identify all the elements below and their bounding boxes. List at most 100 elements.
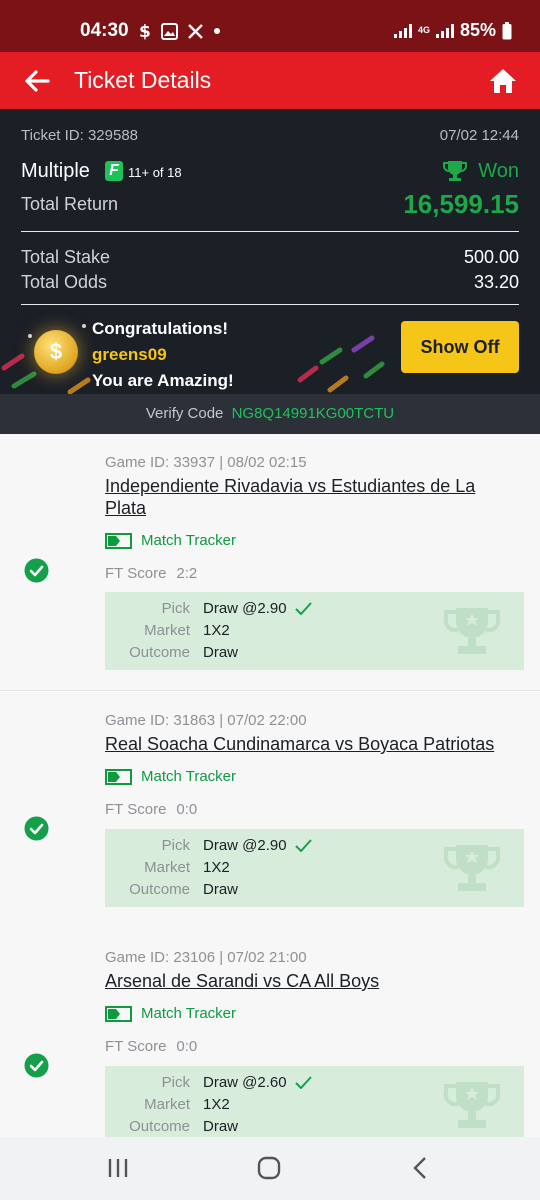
dot-icon	[214, 28, 220, 34]
gallery-icon	[161, 22, 178, 40]
trophy-watermark-icon	[443, 845, 501, 891]
page-title: Ticket Details	[74, 67, 212, 93]
outcome-label: Outcome	[129, 644, 190, 661]
check-circle-icon	[24, 1053, 49, 1078]
game-title[interactable]: Independiente Rivadavia vs Estudiantes d…	[105, 475, 515, 519]
market-row: Market 1X2	[105, 859, 405, 881]
game-meta: Game ID: 33937 | 08/02 02:15	[105, 454, 307, 471]
show-off-button[interactable]: Show Off	[401, 321, 519, 373]
pick-value: Draw @2.90	[203, 837, 287, 854]
pick-label: Pick	[161, 600, 190, 617]
pick-row: Pick Draw @2.90	[105, 837, 405, 859]
trophy-watermark-icon	[443, 608, 501, 654]
pick-value-wrap: Draw @2.90	[203, 837, 312, 854]
divider	[21, 304, 519, 305]
game-card: Game ID: 31863 | 07/02 22:00 Real Soacha…	[0, 692, 540, 949]
pick-value-wrap: Draw @2.60	[203, 1074, 312, 1091]
total-stake-value: 500.00	[463, 247, 519, 267]
home-icon[interactable]	[488, 66, 518, 96]
pick-box: Pick Draw @2.60 Market 1X2 Outcome Draw	[105, 1066, 524, 1137]
market-row: Market 1X2	[105, 1096, 405, 1118]
outcome-label: Outcome	[129, 881, 190, 898]
ft-score: FT Score 2:2	[105, 565, 197, 582]
congrats-line3: You are Amazing!	[92, 371, 234, 390]
pick-value: Draw @2.90	[203, 600, 287, 617]
notification-icons: $	[138, 22, 221, 40]
match-tracker-link[interactable]: Match Tracker	[105, 1005, 236, 1022]
app-header: Ticket Details	[0, 52, 540, 109]
coin-icon: $	[34, 330, 78, 374]
ft-score-value: 0:0	[176, 801, 198, 818]
congrats-text: Congratulations! greens09 You are Amazin…	[92, 316, 234, 394]
flex-text: 11+ of 18	[128, 165, 182, 180]
outcome-value: Draw	[203, 881, 239, 898]
outcome-row: Outcome Draw	[105, 644, 405, 666]
match-tracker-icon	[105, 1005, 132, 1022]
ft-score: FT Score 0:0	[105, 801, 197, 818]
status-bar: 04:30 $ 4G 85%	[0, 0, 540, 52]
pick-label: Pick	[161, 837, 190, 854]
back-chevron-icon[interactable]	[406, 1155, 436, 1181]
match-tracker-label: Match Tracker	[141, 532, 237, 549]
won-label: Won	[478, 159, 519, 182]
home-circle-icon[interactable]	[254, 1155, 284, 1181]
total-return-value: 16,599.15	[403, 189, 519, 219]
outcome-row: Outcome Draw	[105, 1118, 405, 1137]
pick-row: Pick Draw @2.90	[105, 600, 405, 622]
recent-apps-icon[interactable]	[104, 1155, 134, 1181]
ft-score-label: FT Score	[105, 801, 167, 818]
battery-icon	[502, 21, 512, 39]
market-value: 1X2	[203, 1096, 230, 1113]
trophy-watermark-icon	[443, 1082, 501, 1128]
market-label: Market	[144, 859, 190, 876]
system-nav-bar	[0, 1137, 540, 1200]
game-title[interactable]: Arsenal de Sarandi vs CA All Boys	[105, 970, 515, 992]
verify-code-bar: Verify Code NG8Q14991KG00TCTU	[0, 394, 540, 434]
pick-box: Pick Draw @2.90 Market 1X2 Outcome Draw	[105, 829, 524, 907]
total-odds-value: 33.20	[473, 272, 519, 292]
checkmark-icon	[294, 839, 312, 852]
market-label: Market	[144, 1096, 190, 1113]
signal-icon	[393, 23, 412, 38]
market-value: 1X2	[203, 622, 230, 639]
match-tracker-icon	[105, 768, 132, 785]
ticket-summary: Ticket ID: 329588 07/02 12:44 Multiple F…	[0, 109, 540, 434]
verify-code[interactable]: NG8Q14991KG00TCTU	[232, 405, 395, 422]
trophy-icon	[443, 161, 468, 181]
status-right: 4G 85%	[393, 20, 512, 41]
market-value: 1X2	[203, 859, 230, 876]
market-label: Market	[144, 622, 190, 639]
total-stake-label: Total Stake	[21, 247, 111, 267]
divider	[21, 231, 519, 232]
game-meta: Game ID: 31863 | 07/02 22:00	[105, 712, 307, 729]
dollar-icon: $	[139, 22, 151, 40]
checkmark-icon	[294, 1076, 312, 1089]
match-tracker-link[interactable]: Match Tracker	[105, 768, 236, 785]
ft-score-label: FT Score	[105, 565, 167, 582]
pick-label: Pick	[161, 1074, 190, 1091]
x-logo-icon	[188, 23, 203, 39]
ticket-id: Ticket ID: 329588	[21, 127, 139, 144]
match-tracker-link[interactable]: Match Tracker	[105, 532, 236, 549]
congrats-username: greens09	[92, 345, 167, 364]
check-circle-icon	[24, 558, 49, 583]
back-arrow-icon[interactable]	[22, 66, 52, 96]
ticket-date: 07/02 12:44	[439, 127, 519, 144]
signal-icon-2	[435, 23, 454, 38]
game-title[interactable]: Real Soacha Cundinamarca vs Boyaca Patri…	[105, 733, 515, 755]
status-time: 04:30	[80, 20, 129, 41]
won-status: Won	[442, 159, 519, 183]
total-return-label: Total Return	[21, 194, 119, 214]
match-tracker-icon	[105, 532, 132, 549]
game-meta: Game ID: 23106 | 07/02 21:00	[105, 949, 307, 966]
pick-box: Pick Draw @2.90 Market 1X2 Outcome Draw	[105, 592, 524, 670]
check-circle-icon	[24, 816, 49, 841]
market-row: Market 1X2	[105, 622, 405, 644]
network-tag: 4G	[417, 25, 430, 35]
outcome-label: Outcome	[129, 1118, 190, 1135]
outcome-row: Outcome Draw	[105, 881, 405, 903]
match-tracker-label: Match Tracker	[141, 1005, 237, 1022]
ft-score: FT Score 0:0	[105, 1038, 197, 1055]
congrats-line1: Congratulations!	[92, 319, 228, 338]
pick-row: Pick Draw @2.60	[105, 1074, 405, 1096]
